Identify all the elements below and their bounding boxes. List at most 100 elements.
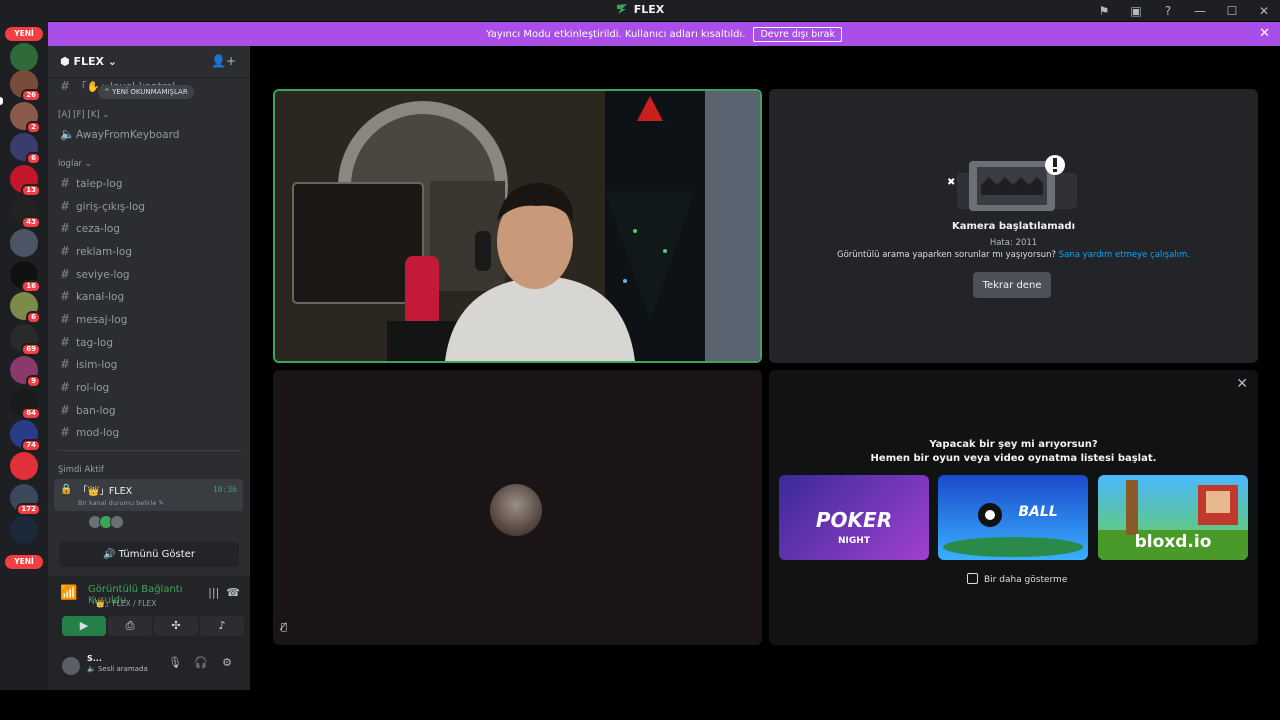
server-icon[interactable]: 6 [10,133,41,165]
server-icon[interactable]: 9 [10,356,41,388]
channel-status-hint[interactable]: Bir kanal durumu belirle ✎ [78,499,164,507]
headphones-icon[interactable]: 🎧 [188,656,214,669]
channel-label: ceza-log [76,223,120,235]
server-icon[interactable]: 43 [10,197,41,229]
user-name[interactable]: S... [87,654,102,663]
server-icon[interactable] [10,229,38,257]
window-title-text: FLEX [633,3,665,16]
channel-item[interactable]: # mod-log [56,422,244,442]
camera-video-tile[interactable] [273,89,762,363]
server-icon[interactable]: 13 [10,165,41,197]
hash-icon: # [60,176,71,190]
ball-title: BALL [1018,504,1058,520]
user-avatar[interactable] [62,657,80,675]
bloxd-title: bloxd.io [1134,532,1212,552]
activity-button[interactable]: ✣ [154,616,198,636]
invite-people-icon[interactable]: 👤+ [211,54,236,68]
maximize-button[interactable]: ☐ [1216,4,1248,18]
channel-label: giriş-çıkış-log [76,201,146,213]
disconnect-icon[interactable]: ☎ [226,586,240,599]
inbox-icon[interactable]: ▣ [1120,4,1152,18]
category-label: loglar [58,159,83,169]
checkbox-label: Bir daha gösterme [984,575,1068,585]
participant-tile[interactable]: 🎙̸ [273,370,762,645]
screen-share-button[interactable]: ⎙ [108,616,152,636]
dont-show-again-checkbox[interactable]: Bir daha gösterme [967,573,1067,585]
poker-subtitle: NIGHT [838,536,870,546]
mention-badge: 6 [26,311,41,324]
help-icon[interactable]: ? [1152,4,1184,18]
channel-label: talep-log [76,178,123,190]
camera-button[interactable]: ▶ [62,616,106,636]
camera-error-illustration: ✖ [947,155,1077,211]
mention-badge: 64 [21,407,41,420]
disable-streamer-mode-button[interactable]: Devre dışı bırak [753,26,843,42]
voice-channel-afk[interactable]: 🔈AwayFromKeyboard [56,124,244,144]
server-header[interactable]: ⬢ FLEX ⌄ 👤+ [48,46,250,78]
channel-item[interactable]: # kanal-log [56,286,244,306]
close-button[interactable]: ✕ [1248,4,1280,18]
channel-item[interactable]: # rol-log [56,377,244,397]
show-all-button[interactable]: 🔊 Tümünü Göster [59,542,239,567]
activity-card-ball[interactable]: BALL [938,475,1088,560]
participant-avatar [490,484,542,536]
active-voice-card[interactable]: 🔒 「👑」FLEX 10:36 Bir kanal durumu belirle… [54,479,243,511]
channel-label: rol-log [76,382,110,394]
server-icon[interactable]: 16 [10,261,41,293]
channel-item[interactable]: # reklam-log [56,241,244,261]
server-icon[interactable]: 64 [10,388,41,420]
avatar[interactable] [110,515,124,529]
banner-close-icon[interactable]: ✕ [1259,26,1270,41]
server-icon[interactable]: 69 [10,324,41,356]
user-status: 🔈 Sesli aramada [87,665,148,673]
new-badge-bottom: YENİ [5,555,43,569]
screen-share-icon: ⎙ [125,619,135,632]
microphone-icon[interactable]: 🎙 [162,656,188,669]
channel-item[interactable]: # mesaj-log [56,309,244,329]
activity-card-poker[interactable]: POKER NIGHT [779,475,929,560]
category-logs[interactable]: loglar ⌄ [58,159,92,169]
server-icon[interactable]: 74 [10,420,41,452]
server-icon[interactable] [10,516,38,544]
soundboard-button[interactable]: ♪ [200,616,244,636]
server-icon[interactable]: 26 [10,70,41,102]
flag-icon[interactable]: ⚑ [1088,4,1120,18]
server-icon[interactable] [10,43,38,71]
mention-badge: 43 [21,216,41,229]
noise-suppression-icon[interactable]: ||| [208,586,219,599]
hash-icon: # [60,312,71,326]
show-all-label: Tümünü Göster [118,549,195,560]
mention-badge: 69 [21,343,41,356]
new-unread-text: YENİ OKUNMAMIŞLAR [112,88,188,96]
channel-item[interactable]: # ceza-log [56,218,244,238]
channel-item[interactable]: # talep-log [56,173,244,193]
server-folder-icon[interactable]: 172 [10,484,41,516]
close-activities-icon[interactable]: ✕ [1236,376,1248,392]
server-name[interactable]: ⬢ FLEX ⌄ [60,55,117,68]
channel-item[interactable]: # tag-log [56,332,244,352]
help-link[interactable]: Sana yardım etmeye çalışalım. [1059,250,1190,260]
checkbox-box [967,573,978,584]
hash-icon: # [60,335,71,349]
category-afk[interactable]: [A] [F] [K] ⌄ [58,110,109,120]
hash-icon: # [60,289,71,303]
active-name-text: FLEX [108,486,133,497]
settings-gear-icon[interactable]: ⚙ [214,656,240,669]
camera-error-help: Görüntülü arama yaparken sorunlar mı yaş… [769,250,1258,260]
server-icon[interactable]: 2 [10,102,41,134]
activity-icon: ✣ [171,619,181,632]
new-unread-pill[interactable]: ^ YENİ OKUNMAMIŞLAR [98,85,194,99]
streamer-mode-banner: Yayıncı Modu etkinleştirildi. Kullanıcı … [48,22,1280,46]
minimize-button[interactable]: — [1184,4,1216,18]
channel-item[interactable]: # ban-log [56,400,244,420]
user-status-text: Sesli aramada [97,665,148,673]
server-icon[interactable] [10,452,38,480]
server-icon[interactable]: 6 [10,292,41,324]
channel-label: reklam-log [76,246,133,258]
channel-item[interactable]: # giriş-çıkış-log [56,196,244,216]
channel-item[interactable]: # isim-log [56,354,244,374]
retry-button[interactable]: Tekrar dene [973,272,1051,298]
new-badge-top: YENİ [5,27,43,41]
channel-item[interactable]: # seviye-log [56,264,244,284]
activity-card-bloxd[interactable]: bloxd.io [1098,475,1248,560]
